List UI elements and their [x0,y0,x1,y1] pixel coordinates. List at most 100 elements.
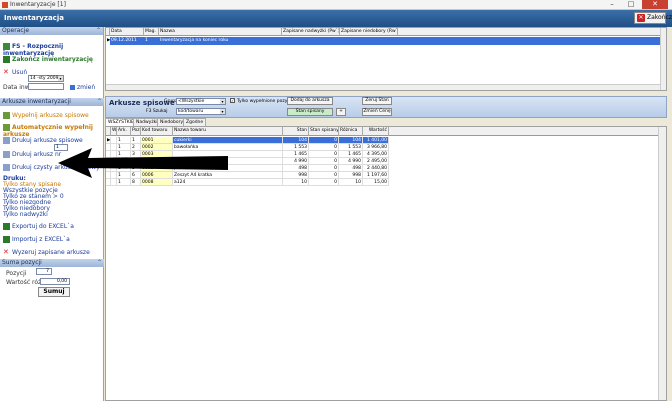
printer-icon [3,164,10,171]
table-row[interactable]: ▶ 1 1 0001 cukierki 104 0 104 1 401,00 [106,137,406,144]
maximize-button[interactable]: □ [622,0,640,9]
table-row[interactable]: ▶ 09.12.2011 1 Inwentaryzacja na koniec … [106,37,666,45]
start-inventory-item[interactable]: FS - Rozpocznij inwentaryzację [3,43,103,57]
end-inventory-item[interactable]: Zakończ inwentaryzację [3,56,93,63]
filled-only-checkbox[interactable]: ✓ [230,98,235,103]
print-sheets-item[interactable]: Drukuj arkusze spisowe [3,137,83,144]
col-product-name[interactable]: Nazwa towaru [173,127,283,136]
change-price-button[interactable]: Zmień Cenę [362,108,392,116]
date-label: Data inw. [3,84,31,91]
row-position: 1 [131,137,141,144]
change-icon [70,85,75,90]
operations-header[interactable]: Operacje ⌃ [0,27,103,35]
col-position[interactable]: Poz [131,127,141,136]
group-select[interactable]: <Wszystkie ▾ [176,98,226,105]
vertical-scrollbar[interactable] [658,127,666,400]
date-select[interactable]: 14 -sty 2009 ▾ [28,75,64,82]
row-position: 8 [131,179,141,186]
row-shortage [340,37,398,45]
sum-button[interactable]: Sumuj [38,287,70,297]
change-label: zmień [77,84,96,91]
sheets-toolbar: Arkusze spisowe Grupa <Wszystkie ▾ ✓ Tylk… [105,96,667,118]
col-difference[interactable]: Różnica [339,127,363,136]
row-value: 4 395,00 [363,151,389,158]
page-title: Inwentaryzacja [4,14,64,22]
export-excel-item[interactable]: Exportuj do EXCEL`a [3,223,74,230]
collapse-chevron-icon: ⌃ [96,259,102,266]
col-surplus[interactable]: Zapisane nadwyżki (Pw`) [282,28,340,36]
row-difference: 4 990 [339,158,363,165]
col-code[interactable]: Kod towaru [141,127,173,136]
row-sheet: 1 [117,179,131,186]
import-excel-label: Importuj z EXCEL`a [12,236,70,243]
filled-only-label: Tylko wypełnione pozycje [237,99,294,104]
finish-button-label: Zakończ [647,14,672,21]
print-sheet-nr-item[interactable]: Drukuj arkusz nr [3,151,61,158]
col-sheet[interactable]: Ark. [117,127,131,136]
excel-export-icon [3,223,10,230]
sheets-panel-title: Arkusze inwentaryzacji [2,98,71,105]
app-icon [2,2,8,8]
row-stock: 1 465 [283,151,309,158]
auto-fill-item[interactable]: Automatycznie wypełnij arkusze [3,124,103,138]
delete-label: Usuń [12,69,28,76]
col-date[interactable]: Data [110,28,144,36]
end-inventory-label: Zakończ inwentaryzację [12,56,93,63]
finish-button[interactable]: ✕ Zakończ [634,12,672,24]
tab-shortages[interactable]: Niedobory [157,118,187,126]
import-excel-item[interactable]: Importuj z EXCEL`a [3,236,70,243]
col-name[interactable]: Nazwa [159,28,282,36]
row-counted: 0 [309,158,339,165]
row-value: 1 197,60 [363,172,389,179]
fill-sheets-label: Wypełnij arkusze spisowe [12,112,89,119]
export-excel-label: Exportuj do EXCEL`a [12,223,74,230]
row-counted: 0 [309,144,339,151]
tab-matching[interactable]: Zgodne [183,118,207,126]
col-shortage[interactable]: Zapisane niedobory (Rw`) [340,28,398,36]
dropdown-arrow-icon: ▾ [220,109,225,114]
row-difference: 10 [339,179,363,186]
sort-select[interactable]: kod/towaru ▾ [176,108,226,115]
vertical-scrollbar[interactable] [660,28,666,90]
row-difference: 998 [339,172,363,179]
col-stock[interactable]: Stan [283,127,309,136]
sheets-panel-header[interactable]: Arkusze inwentaryzacji ⌃ [0,98,104,106]
date-field[interactable] [28,83,64,90]
module-header: Inwentaryzacja ✕ Zakończ [0,10,672,27]
inventory-list-grid: Data Mag. Nazwa Zapisane nadwyżki (Pw`) … [105,27,667,91]
row-value: 3 966,80 [363,144,389,151]
col-warehouse[interactable]: Mag. [144,28,159,36]
fill-icon [3,112,10,119]
print-option-surpluses[interactable]: Tylko nadwyżki [3,211,48,218]
add-to-sheet-button[interactable]: Dodaj do arkusza [287,97,333,105]
window-close-button[interactable]: ✕ [642,0,668,9]
row-value: 1 401,00 [363,137,389,144]
minimize-button[interactable]: – [603,0,621,9]
dropdown-arrow-icon: ▾ [220,99,225,104]
change-date-link[interactable]: zmień [70,84,95,91]
delete-item[interactable]: ✕ Usuń [3,69,28,77]
table-row[interactable]: 1 8 0008 a124 10 0 10 15,00 [106,179,406,186]
row-stock: 998 [283,172,309,179]
plus-button[interactable]: + [336,108,346,116]
print-sheets-label: Drukuj arkusze spisowe [12,137,83,144]
row-value: 2 495,00 [363,158,389,165]
sheet-items-header: W Ark. Poz Kod towaru Nazwa towaru Stan … [106,127,660,136]
excel-import-icon [3,236,10,243]
printer-icon [3,151,10,158]
auto-fill-label: Automatycznie wypełnij arkusze [3,124,93,138]
print-sheet-nr-label: Drukuj arkusz nr [12,151,62,158]
zero-stock-button[interactable]: Zeruj Stan [362,97,392,105]
row-stock: 498 [283,165,309,172]
fill-sheets-item[interactable]: Wypełnij arkusze spisowe [3,112,89,119]
summary-header[interactable]: Suma pozycji ⌃ [0,259,104,267]
horizontal-scrollbar[interactable] [106,84,660,90]
delete-x-icon: ✕ [3,248,9,256]
reset-sheets-item[interactable]: ✕ Wyzeruj zapisane arkusze [3,248,90,257]
row-counted: 0 [309,172,339,179]
row-stock: 4 990 [283,158,309,165]
counted-stock-button[interactable]: Stan spisany [287,108,333,116]
col-counted[interactable]: Stan spisany [309,127,339,136]
window-titlebar: Inwentaryzacje [1] – □ ✕ [0,0,672,10]
col-value[interactable]: Wartość [363,127,389,136]
